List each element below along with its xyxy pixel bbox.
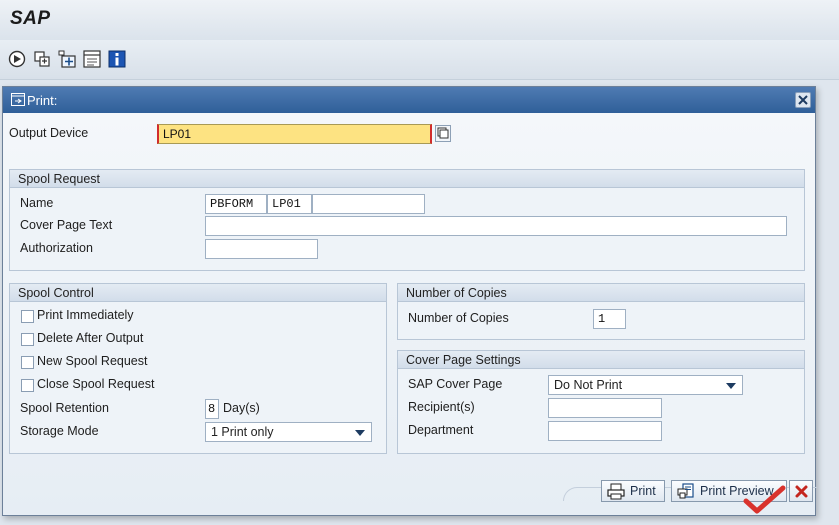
expand-icon[interactable] <box>58 50 76 68</box>
storage-mode-value: 1 Print only <box>211 425 274 439</box>
new-spool-request-checkbox[interactable] <box>21 356 34 369</box>
print-immediately-label: Print Immediately <box>37 308 134 322</box>
output-device-input[interactable]: LP01 <box>157 124 432 144</box>
cover-page-settings-heading: Cover Page Settings <box>398 351 804 369</box>
output-device-label: Output Device <box>9 126 89 140</box>
number-of-copies-group: Number of Copies Number of Copies 1 <box>397 283 805 340</box>
dialog-titlebar: Print: <box>3 87 815 113</box>
recipients-input[interactable] <box>548 398 662 418</box>
name-field-2[interactable]: LP01 <box>267 194 312 214</box>
execute-icon[interactable] <box>8 50 26 68</box>
checkmark-icon <box>743 485 786 514</box>
printer-icon <box>607 483 625 500</box>
lookup-icon <box>437 127 449 139</box>
sap-cover-page-value: Do Not Print <box>554 378 623 392</box>
storage-mode-label: Storage Mode <box>20 424 99 438</box>
name-label: Name <box>20 196 54 210</box>
delete-after-output-label: Delete After Output <box>37 331 144 345</box>
cover-page-settings-group: Cover Page Settings SAP Cover Page Do No… <box>397 350 805 454</box>
spool-retention-label: Spool Retention <box>20 401 109 415</box>
cancel-button[interactable] <box>789 480 813 502</box>
spool-control-heading: Spool Control <box>10 284 386 302</box>
close-icon <box>798 95 808 105</box>
name-field-3[interactable] <box>312 194 425 214</box>
number-of-copies-input[interactable]: 1 <box>593 309 626 329</box>
chevron-down-icon <box>355 430 365 436</box>
app-header: SAP <box>0 0 839 40</box>
print-dialog: Print: Output Device LP01 Spool Request … <box>2 86 817 516</box>
number-of-copies-heading: Number of Copies <box>398 284 804 302</box>
app-toolbar <box>0 40 839 80</box>
cover-page-text-label: Cover Page Text <box>20 218 113 232</box>
name-field-1[interactable]: PBFORM <box>205 194 267 214</box>
delete-after-output-checkbox[interactable] <box>21 333 34 346</box>
department-label: Department <box>408 423 474 437</box>
chevron-down-icon <box>726 383 736 389</box>
print-button-label: Print <box>630 484 656 498</box>
spool-request-heading: Spool Request <box>10 170 804 188</box>
layout-icon[interactable] <box>83 50 101 68</box>
output-device-lookup-button[interactable] <box>435 125 451 142</box>
info-icon[interactable] <box>108 50 126 68</box>
sap-cover-page-label: SAP Cover Page <box>408 377 503 391</box>
app-title: SAP <box>10 8 51 29</box>
dialog-window-icon <box>11 93 25 106</box>
spool-control-group: Spool Control Print Immediately Delete A… <box>9 283 387 454</box>
spool-retention-input[interactable]: 8 <box>205 399 219 419</box>
dialog-body: Output Device LP01 Spool Request Name PB… <box>3 113 817 515</box>
dialog-title: Print: <box>27 93 58 108</box>
cancel-x-icon <box>795 485 808 498</box>
new-spool-request-label: New Spool Request <box>37 354 148 368</box>
copy-icon[interactable] <box>33 50 51 68</box>
close-button[interactable] <box>795 92 811 108</box>
number-of-copies-label: Number of Copies <box>408 311 509 325</box>
sap-cover-page-select[interactable]: Do Not Print <box>548 375 743 395</box>
storage-mode-select[interactable]: 1 Print only <box>205 422 372 442</box>
spool-retention-unit: Day(s) <box>223 401 260 415</box>
spool-request-group: Spool Request Name PBFORM LP01 Cover Pag… <box>9 169 805 271</box>
close-spool-request-label: Close Spool Request <box>37 377 155 391</box>
department-input[interactable] <box>548 421 662 441</box>
close-spool-request-checkbox[interactable] <box>21 379 34 392</box>
print-button[interactable]: Print <box>601 480 665 502</box>
authorization-label: Authorization <box>20 241 93 255</box>
authorization-input[interactable] <box>205 239 318 259</box>
recipients-label: Recipient(s) <box>408 400 475 414</box>
cover-page-text-input[interactable] <box>205 216 787 236</box>
print-preview-icon <box>677 483 694 499</box>
print-immediately-checkbox[interactable] <box>21 310 34 323</box>
